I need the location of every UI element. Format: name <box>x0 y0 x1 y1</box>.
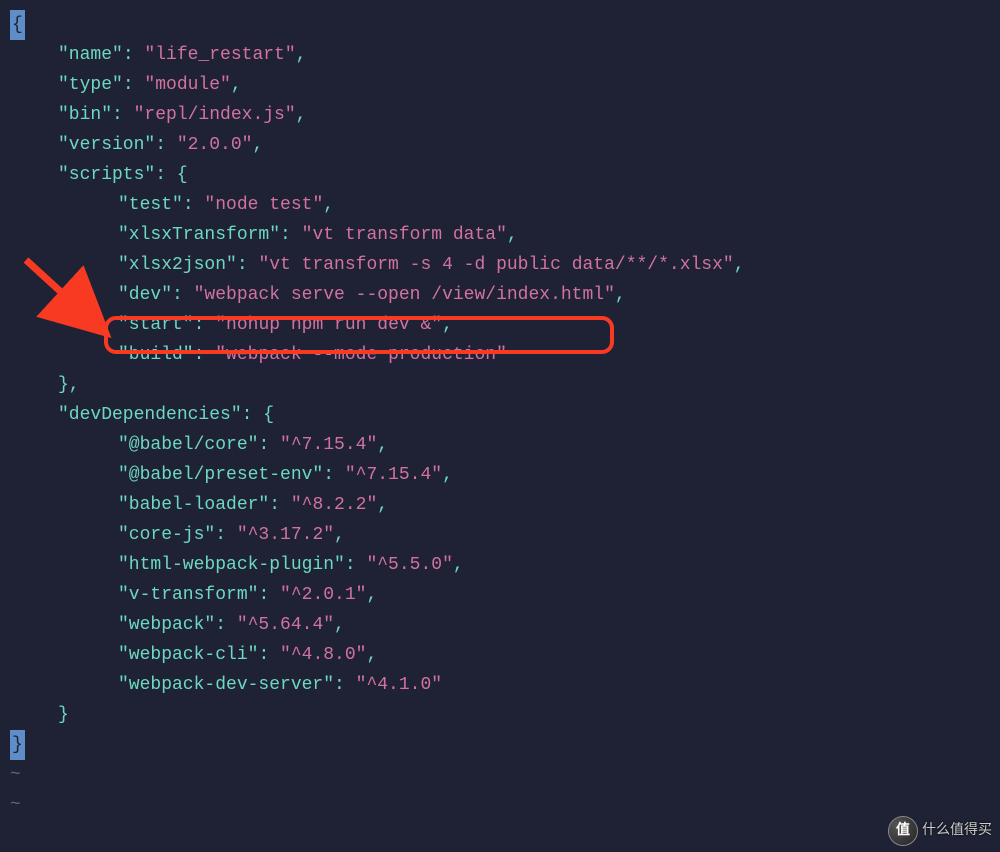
code-line: "v-transform": "^2.0.1", <box>10 580 1000 610</box>
code-line: }, <box>10 370 1000 400</box>
code-line: "webpack-cli": "^4.8.0", <box>10 640 1000 670</box>
code-line: "xlsx2json": "vt transform -s 4 -d publi… <box>10 250 1000 280</box>
code-line: "bin": "repl/index.js", <box>10 100 1000 130</box>
code-line: "xlsxTransform": "vt transform data", <box>10 220 1000 250</box>
code-line: "webpack-dev-server": "^4.1.0" <box>10 670 1000 700</box>
code-line: "type": "module", <box>10 70 1000 100</box>
open-brace: { <box>10 10 25 40</box>
code-line: "scripts": { <box>10 160 1000 190</box>
code-line: "core-js": "^3.17.2", <box>10 520 1000 550</box>
vim-tilde: ~ <box>10 760 1000 790</box>
code-line: "dev": "webpack serve --open /view/index… <box>10 280 1000 310</box>
close-brace: } <box>10 730 25 760</box>
code-line: "build": "webpack --mode production" <box>10 340 1000 370</box>
code-line: "html-webpack-plugin": "^5.5.0", <box>10 550 1000 580</box>
code-line: "test": "node test", <box>10 190 1000 220</box>
code-line: } <box>10 730 1000 760</box>
code-line: "devDependencies": { <box>10 400 1000 430</box>
code-line: "version": "2.0.0", <box>10 130 1000 160</box>
code-line: "name": "life_restart", <box>10 40 1000 70</box>
code-line: } <box>10 700 1000 730</box>
watermark-text: 什么值得买 <box>922 816 992 846</box>
watermark-badge-icon: 值 <box>888 816 918 846</box>
code-line: "webpack": "^5.64.4", <box>10 610 1000 640</box>
code-line: { <box>10 10 1000 40</box>
code-line: "@babel/preset-env": "^7.15.4", <box>10 460 1000 490</box>
code-editor[interactable]: { "name": "life_restart", "type": "modul… <box>10 10 1000 820</box>
watermark: 值 什么值得买 <box>888 816 992 846</box>
code-line: "babel-loader": "^8.2.2", <box>10 490 1000 520</box>
vim-tilde: ~ <box>10 790 1000 820</box>
code-line-highlighted: "start": "nohup npm run dev &", <box>10 310 1000 340</box>
code-line: "@babel/core": "^7.15.4", <box>10 430 1000 460</box>
